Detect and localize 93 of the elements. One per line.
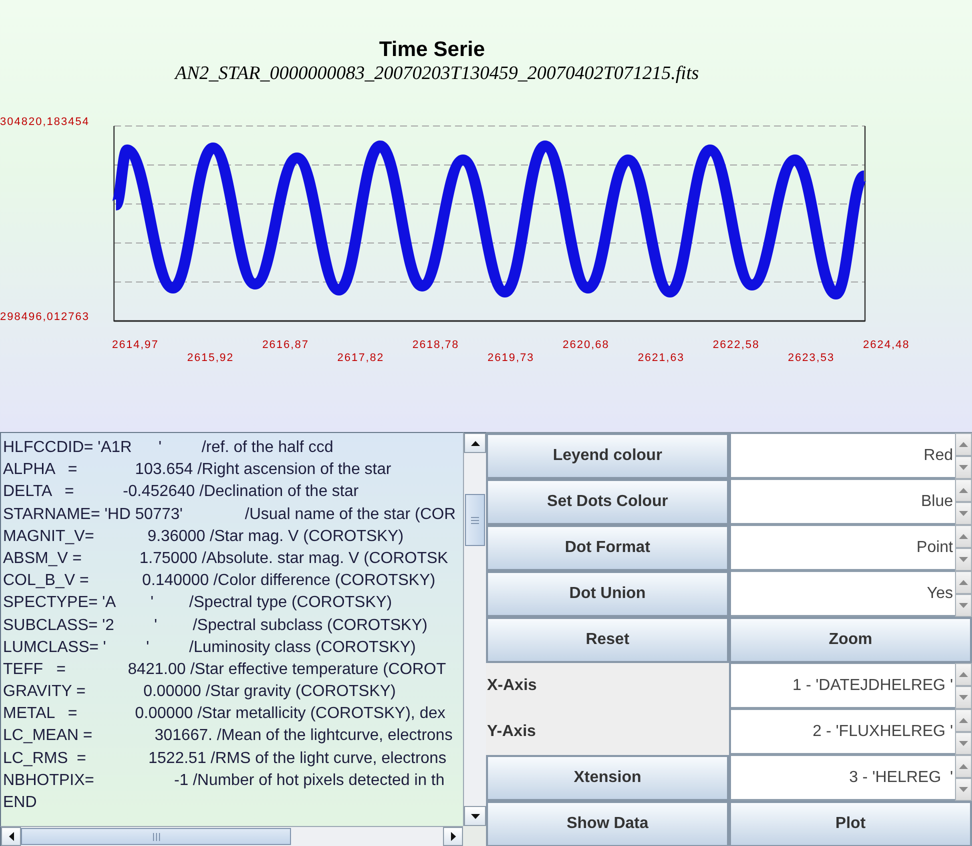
header-line: STARNAME= 'HD 50773' /Usual name of the star (COR — [3, 504, 457, 525]
header-line: NBHOTPIX= -1 /Number of hot pixels detected in th — [3, 770, 446, 791]
y-axis-label: 304820,183454 — [0, 116, 90, 128]
spin-up-button[interactable] — [955, 571, 972, 594]
right-triangle-icon — [450, 832, 456, 841]
action-button[interactable]: Reset — [486, 617, 729, 663]
down-triangle-icon — [959, 695, 968, 700]
x-axis-label: 2615,92 — [187, 352, 234, 364]
header-line: METAL = 0.00000 /Star metallicity (COROTSKY), dex — [3, 704, 446, 724]
x-axis-label: 2617,82 — [337, 352, 384, 364]
header-line: HLFCCDID= 'A1R ' /ref. of the half ccd — [3, 438, 334, 458]
up-triangle-icon — [959, 718, 968, 723]
spin-down-button[interactable] — [955, 456, 972, 479]
option-button[interactable]: Xtension — [486, 755, 729, 801]
grip-lines-icon — [152, 832, 160, 840]
spin-down-button[interactable] — [955, 686, 972, 709]
up-triangle-icon — [959, 580, 968, 585]
y-axis-label: 298496,012763 — [0, 311, 90, 323]
x-axis-label: 2623,53 — [788, 352, 835, 364]
spin-up-button[interactable] — [955, 525, 972, 548]
down-triangle-icon — [959, 465, 968, 470]
down-triangle-icon — [959, 511, 968, 516]
option-button[interactable]: Leyend colour — [486, 433, 729, 479]
spinner-field[interactable]: 2 - 'FLUXHELREG ' — [731, 709, 955, 755]
x-axis-label: 2620,68 — [562, 339, 610, 351]
up-triangle-icon — [470, 440, 480, 446]
header-line: LC_MEAN = 301667. /Mean of the lightcurve, electrons — [3, 726, 454, 746]
up-triangle-icon — [959, 534, 968, 539]
header-line: GRAVITY = 0.00000 /Star gravity (COROTSKY) — [3, 682, 397, 702]
axis-label: Y-Axis — [487, 723, 536, 741]
x-axis-label: 2621,63 — [638, 352, 684, 364]
x-axis-label: 2622,58 — [712, 339, 760, 351]
header-line: DELTA = -0.452640 /Declination of the star — [3, 482, 360, 502]
header-line: SPECTYPE= 'A ' /Spectral type (COROTSKY) — [3, 593, 393, 614]
scrollbar-thumb[interactable] — [21, 828, 291, 845]
scroll-right-button[interactable] — [443, 827, 463, 846]
x-axis-label: 2618,78 — [412, 339, 460, 351]
x-axis-label: 2624,48 — [863, 339, 910, 351]
header-line: MAGNIT_V= 9.36000 /Star mag. V (COROTSKY) — [3, 526, 405, 547]
down-triangle-icon — [959, 741, 968, 746]
spin-down-button[interactable] — [955, 502, 972, 525]
down-triangle-icon — [959, 787, 968, 792]
spin-up-button[interactable] — [955, 663, 972, 686]
grip-lines-icon — [471, 516, 479, 524]
spinner-field[interactable]: Yes — [731, 571, 955, 617]
up-triangle-icon — [959, 764, 968, 769]
x-axis-label: 2619,73 — [488, 352, 534, 364]
header-line: SUBCLASS= '2 ' /Spectral subclass (COROTSKY) — [3, 616, 428, 636]
header-line: ALPHA = 103.654 /Right ascension of the star — [3, 460, 392, 480]
x-axis-label: 2616,87 — [262, 339, 309, 351]
scroll-down-button[interactable] — [464, 806, 486, 826]
action-button[interactable]: Zoom — [729, 617, 972, 663]
header-line: TEFF = 8421.00 /Star effective temperature (COROT — [3, 660, 447, 680]
vertical-scrollbar[interactable] — [463, 432, 486, 826]
up-triangle-icon — [959, 488, 968, 493]
spin-down-button[interactable] — [955, 594, 972, 617]
spin-up-button[interactable] — [955, 433, 972, 456]
x-axis-label: 2614,97 — [112, 339, 159, 351]
action-button[interactable]: Show Data — [486, 801, 729, 846]
down-triangle-icon — [959, 603, 968, 608]
option-button[interactable]: Dot Format — [486, 525, 729, 571]
down-triangle-icon — [959, 557, 968, 562]
spin-down-button[interactable] — [955, 778, 972, 801]
spin-up-button[interactable] — [955, 479, 972, 502]
option-button[interactable]: Dot Union — [486, 571, 729, 617]
spin-down-button[interactable] — [955, 548, 972, 571]
scroll-left-button[interactable] — [1, 827, 21, 846]
up-triangle-icon — [959, 442, 968, 447]
axis-label: X-Axis — [487, 677, 537, 695]
spinner-field[interactable]: 1 - 'DATEJDHELREG ' — [731, 663, 955, 709]
spinner-field[interactable]: 3 - 'HELREG ' — [731, 755, 955, 801]
header-line: LC_RMS = 1522.51 /RMS of the light curve, electrons — [3, 748, 448, 769]
chart-title: Time Serie — [379, 38, 485, 61]
spin-down-button[interactable] — [955, 732, 972, 755]
scroll-up-button[interactable] — [464, 433, 486, 453]
horizontal-scrollbar[interactable] — [0, 826, 463, 846]
spinner-field[interactable]: Red — [731, 433, 955, 479]
spinner-field[interactable]: Point — [731, 525, 955, 571]
action-button[interactable]: Plot — [729, 801, 972, 846]
header-line: LUMCLASS= ' ' /Luminosity class (COROTSKY) — [3, 638, 417, 658]
up-triangle-icon — [959, 672, 968, 677]
scrollbar-corner — [463, 826, 486, 846]
option-button[interactable]: Set Dots Colour — [486, 479, 729, 525]
header-line: END — [3, 793, 38, 813]
header-line: COL_B_V = 0.140000 /Color difference (COROTSKY) — [3, 571, 436, 592]
left-triangle-icon — [8, 832, 14, 841]
header-line: ABSM_V = 1.75000 /Absolute. star mag. V (COROTSK — [3, 548, 450, 569]
scrollbar-thumb[interactable] — [465, 494, 485, 546]
chart-subtitle: AN2_STAR_0000000083_20070203T130459_20070402T071215.fits — [175, 63, 699, 84]
spinner-field[interactable]: Blue — [731, 479, 955, 525]
spin-up-button[interactable] — [955, 755, 972, 778]
spin-up-button[interactable] — [955, 709, 972, 732]
down-triangle-icon — [470, 814, 480, 818]
